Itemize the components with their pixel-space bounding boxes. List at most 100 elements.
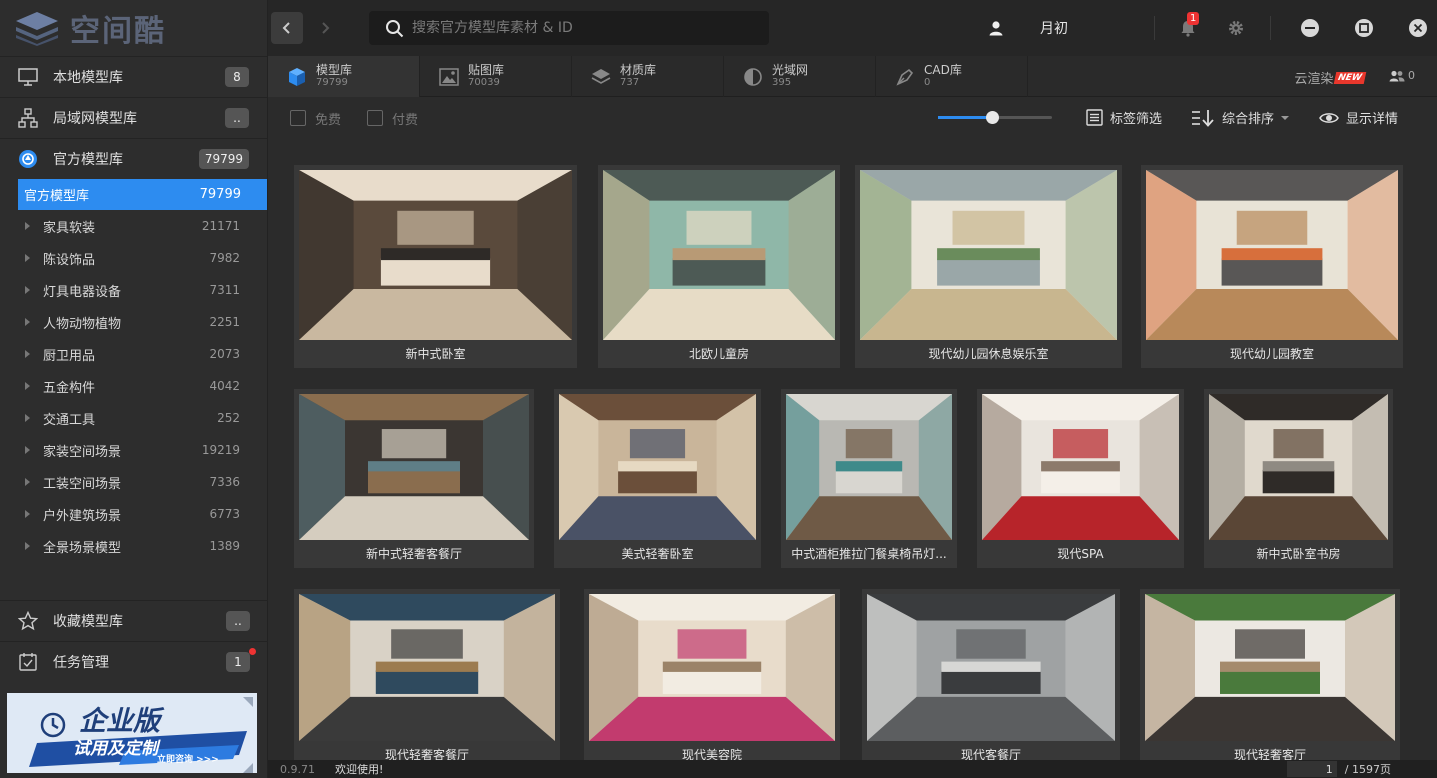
sidebar-item-favorites[interactable]: 收藏模型库 .. (0, 600, 268, 641)
model-card[interactable]: 新中式轻奢客餐厅 (294, 389, 534, 568)
category-item[interactable]: 五金构件 4042 (0, 370, 267, 402)
model-thumbnail[interactable] (603, 170, 835, 340)
category-label: 灯具电器设备 (43, 284, 122, 300)
model-card[interactable]: 北欧儿童房 (598, 165, 840, 368)
list-icon (1086, 109, 1103, 126)
model-thumbnail[interactable] (299, 170, 572, 340)
checkbox-box[interactable] (367, 110, 384, 126)
sort-dropdown[interactable]: 综合排序 (1191, 108, 1290, 127)
checkbox-label: 付费 (392, 112, 419, 128)
tag-filter-button[interactable]: 标签筛选 (1086, 108, 1162, 127)
expand-arrow-icon[interactable] (25, 382, 30, 390)
model-thumbnail[interactable] (860, 170, 1117, 340)
show-details-button[interactable]: 显示详情 (1319, 108, 1398, 127)
model-thumbnail[interactable] (299, 594, 555, 741)
free-checkbox[interactable]: 免费 (290, 109, 341, 128)
model-thumbnail[interactable] (559, 394, 756, 540)
expand-arrow-icon[interactable] (25, 254, 30, 262)
expand-arrow-icon[interactable] (25, 510, 30, 518)
cloud-render-button[interactable]: 云渲染 NEW (1294, 68, 1367, 87)
model-thumbnail[interactable] (1209, 394, 1388, 540)
members-button[interactable]: 0 (1389, 69, 1415, 82)
tab-ies-lights[interactable]: 光域网 395 (724, 56, 876, 97)
count-badge: .. (226, 611, 250, 631)
expand-arrow-icon[interactable] (25, 318, 30, 326)
search-input[interactable] (412, 20, 752, 36)
model-card[interactable]: 现代客餐厅 (862, 589, 1120, 760)
model-card[interactable]: 现代美容院 (584, 589, 840, 760)
checkbox-box[interactable] (290, 110, 306, 126)
slider-handle[interactable] (985, 111, 999, 124)
model-thumbnail[interactable] (867, 594, 1115, 741)
category-label: 陈设饰品 (43, 252, 96, 268)
chevron-right-icon (322, 22, 330, 34)
category-item[interactable]: 灯具电器设备 7311 (0, 274, 267, 306)
model-card[interactable]: 现代SPA (977, 389, 1184, 568)
model-card[interactable]: 现代幼儿园教室 (1141, 165, 1403, 368)
page-input[interactable] (1286, 761, 1337, 777)
model-card[interactable]: 现代轻奢客厅 (1140, 589, 1400, 760)
model-card[interactable]: 现代幼儿园休息娱乐室 (855, 165, 1122, 368)
expand-arrow-icon[interactable] (25, 414, 30, 422)
category-item[interactable]: 全景场景模型 1389 (0, 530, 267, 562)
tab-cad[interactable]: CAD库 0 (876, 56, 1028, 97)
category-count: 6773 (209, 507, 240, 521)
category-count: 2251 (209, 315, 240, 329)
sidebar-item-lan-library[interactable]: 局域网模型库 .. (0, 97, 267, 138)
expand-arrow-icon[interactable] (25, 350, 30, 358)
category-item[interactable]: 厨卫用品 2073 (0, 338, 267, 370)
model-thumbnail[interactable] (982, 394, 1179, 540)
model-thumbnail[interactable] (786, 394, 952, 540)
back-button[interactable] (271, 12, 303, 44)
expand-arrow-icon[interactable] (25, 446, 30, 454)
category-item[interactable]: 工装空间场景 7336 (0, 466, 267, 498)
model-thumbnail[interactable] (1146, 170, 1398, 340)
thumbnail-size-slider[interactable] (938, 111, 1052, 124)
category-item[interactable]: 交通工具 252 (0, 402, 267, 434)
expand-arrow-icon[interactable] (25, 542, 30, 550)
tab-materials[interactable]: 材质库 737 (572, 56, 724, 97)
tab-count: 79799 (316, 77, 348, 88)
sidebar-item-local-library[interactable]: 本地模型库 8 (0, 56, 267, 97)
notification-button[interactable]: 1 (1176, 12, 1200, 40)
category-item[interactable]: 人物动物植物 2251 (0, 306, 267, 338)
model-thumbnail[interactable] (1145, 594, 1395, 741)
model-card[interactable]: 美式轻奢卧室 (554, 389, 761, 568)
ad-cta[interactable]: 立即咨询 >>> (157, 752, 219, 765)
expand-arrow-icon[interactable] (25, 478, 30, 486)
paid-checkbox[interactable]: 付费 (367, 109, 418, 128)
enterprise-ad-banner[interactable]: 企业版 试用及定制 立即咨询 >>> (7, 693, 257, 773)
tree-node-official-root[interactable]: 官方模型库 79799 (18, 179, 267, 210)
user-menu[interactable]: 月初 (988, 0, 1068, 56)
model-thumbnail[interactable] (299, 394, 529, 540)
expand-arrow-icon[interactable] (25, 286, 30, 294)
maximize-button[interactable] (1352, 16, 1376, 40)
category-item[interactable]: 户外建筑场景 6773 (0, 498, 267, 530)
expand-arrow-icon[interactable] (25, 222, 30, 230)
settings-button[interactable] (1224, 16, 1248, 40)
pagination: / 1597页 (1286, 761, 1391, 777)
category-item[interactable]: 家装空间场景 19219 (0, 434, 267, 466)
model-card[interactable]: 中式酒柜推拉门餐桌椅吊灯... (781, 389, 957, 568)
close-button[interactable] (1406, 16, 1430, 40)
sidebar-item-tasks[interactable]: 任务管理 1 (0, 641, 268, 682)
total-pages: / 1597页 (1344, 763, 1391, 776)
cube-icon (286, 66, 308, 88)
model-card[interactable]: 现代轻奢客餐厅 (294, 589, 560, 760)
model-thumbnail[interactable] (589, 594, 835, 741)
search-icon[interactable] (385, 19, 404, 38)
minimize-button[interactable] (1298, 16, 1322, 40)
category-item[interactable]: 家具软装 21171 (0, 210, 267, 242)
tab-models[interactable]: 模型库 79799 (268, 56, 420, 97)
model-caption: 现代轻奢客厅 (1233, 748, 1306, 760)
tab-name: 模型库 (316, 63, 353, 77)
category-item[interactable]: 陈设饰品 7982 (0, 242, 267, 274)
slider-fill (938, 116, 992, 119)
tab-name: 光域网 (772, 63, 809, 77)
sidebar-item-official-library[interactable]: 官方模型库 79799 (0, 138, 267, 179)
model-card[interactable]: 新中式卧室书房 (1204, 389, 1393, 568)
model-card[interactable]: 新中式卧室 (294, 165, 577, 368)
forward-button[interactable] (309, 12, 341, 44)
tab-textures[interactable]: 贴图库 70039 (420, 56, 572, 97)
status-bar: 0.9.71 欢迎使用! / 1597页 (268, 760, 1437, 778)
